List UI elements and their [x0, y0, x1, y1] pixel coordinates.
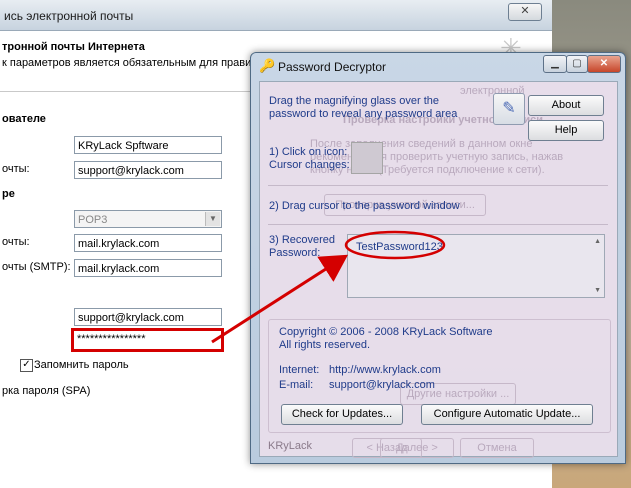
- about-group: Copyright © 2006 - 2008 KRyLack Software…: [268, 319, 611, 433]
- decryptor-title-bar: 🔑 Password Decryptor ▁ ▢ ✕: [251, 53, 625, 79]
- step2-label: 2) Drag cursor to the password window: [269, 200, 460, 212]
- name-field[interactable]: KRyLack Spftware: [74, 136, 222, 154]
- recovered-password-box[interactable]: TestPassword123 ▲ ▼: [347, 234, 605, 298]
- password-field-highlight[interactable]: ****************: [71, 328, 224, 352]
- instruction-text: Drag the magnifying glass over the passw…: [269, 95, 458, 120]
- close-button[interactable]: ✕: [587, 55, 621, 73]
- decryptor-title: Password Decryptor: [278, 60, 387, 74]
- remember-password-checkbox[interactable]: ✓: [20, 359, 33, 372]
- cursor-preview: [351, 142, 383, 174]
- email-link[interactable]: support@krylack.com: [329, 379, 435, 392]
- server-info-heading: ре: [2, 188, 15, 200]
- incoming-server-field[interactable]: mail.krylack.com: [74, 234, 222, 252]
- step1-label: 1) Click on icon:: [269, 146, 348, 158]
- wizard-title-bar: ись электронной почты ✕: [0, 0, 552, 31]
- step3-label: 3) Recovered: [269, 234, 336, 246]
- website-link[interactable]: http://www.krylack.com: [329, 364, 441, 377]
- password-field[interactable]: ****************: [77, 333, 146, 345]
- footer-brand: KRyLack: [268, 440, 313, 452]
- check-for-updates-button[interactable]: Check for Updates...: [281, 404, 403, 425]
- wizard-header-subtitle: к параметров является обязательным для п…: [2, 57, 258, 69]
- spa-label: рка пароля (SPA): [2, 385, 91, 397]
- outgoing-server-field[interactable]: mail.krylack.com: [74, 259, 222, 277]
- help-button[interactable]: Help: [528, 120, 604, 141]
- outgoing-server-label: очты (SMTP):: [2, 261, 71, 273]
- username-field[interactable]: support@krylack.com: [74, 308, 222, 326]
- ghost-next-button: Далее >: [380, 438, 454, 458]
- decryptor-client-area: электронной Проверка настройки учетной з…: [259, 81, 618, 458]
- step1-sub-label: Cursor changes:: [269, 159, 350, 171]
- wizard-header-title: тронной почты Интернета: [2, 41, 145, 53]
- magnifying-glass-icon[interactable]: ✎: [493, 93, 525, 125]
- email-contact-label: E-mail:: [279, 379, 314, 391]
- account-type-value: POP3: [78, 214, 108, 226]
- chevron-down-icon[interactable]: ▼: [205, 212, 220, 226]
- copyright-text: Copyright © 2006 - 2008 KRyLack Software: [279, 326, 493, 338]
- ghost-cancel-button: Отмена: [460, 438, 534, 458]
- wizard-title: ись электронной почты: [4, 9, 134, 23]
- about-button[interactable]: About: [528, 95, 604, 116]
- scroll-down-icon[interactable]: ▼: [594, 287, 601, 294]
- account-type-select[interactable]: POP3 ▼: [74, 210, 222, 228]
- recovered-password-value: TestPassword123: [356, 241, 443, 253]
- rights-text: All rights reserved.: [279, 339, 371, 351]
- remember-password-label: Запомнить пароль: [34, 359, 129, 371]
- incoming-server-label: очты:: [2, 236, 30, 248]
- internet-label: Internet:: [279, 364, 320, 376]
- email-field[interactable]: support@krylack.com: [74, 161, 222, 179]
- configure-auto-update-button[interactable]: Configure Automatic Update...: [421, 404, 593, 425]
- email-label: очты:: [2, 163, 30, 175]
- separator: [268, 185, 608, 186]
- password-decryptor-window: 🔑 Password Decryptor ▁ ▢ ✕ электронной П…: [250, 52, 626, 464]
- user-info-heading: ователе: [2, 113, 46, 125]
- step3-sub-label: Password:: [269, 247, 321, 259]
- key-icon: 🔑: [259, 58, 276, 73]
- minimize-button[interactable]: ▁: [543, 55, 567, 73]
- maximize-button[interactable]: ▢: [566, 55, 588, 73]
- scroll-up-icon[interactable]: ▲: [594, 238, 601, 245]
- separator: [268, 224, 608, 225]
- wizard-close-button[interactable]: ✕: [508, 3, 542, 21]
